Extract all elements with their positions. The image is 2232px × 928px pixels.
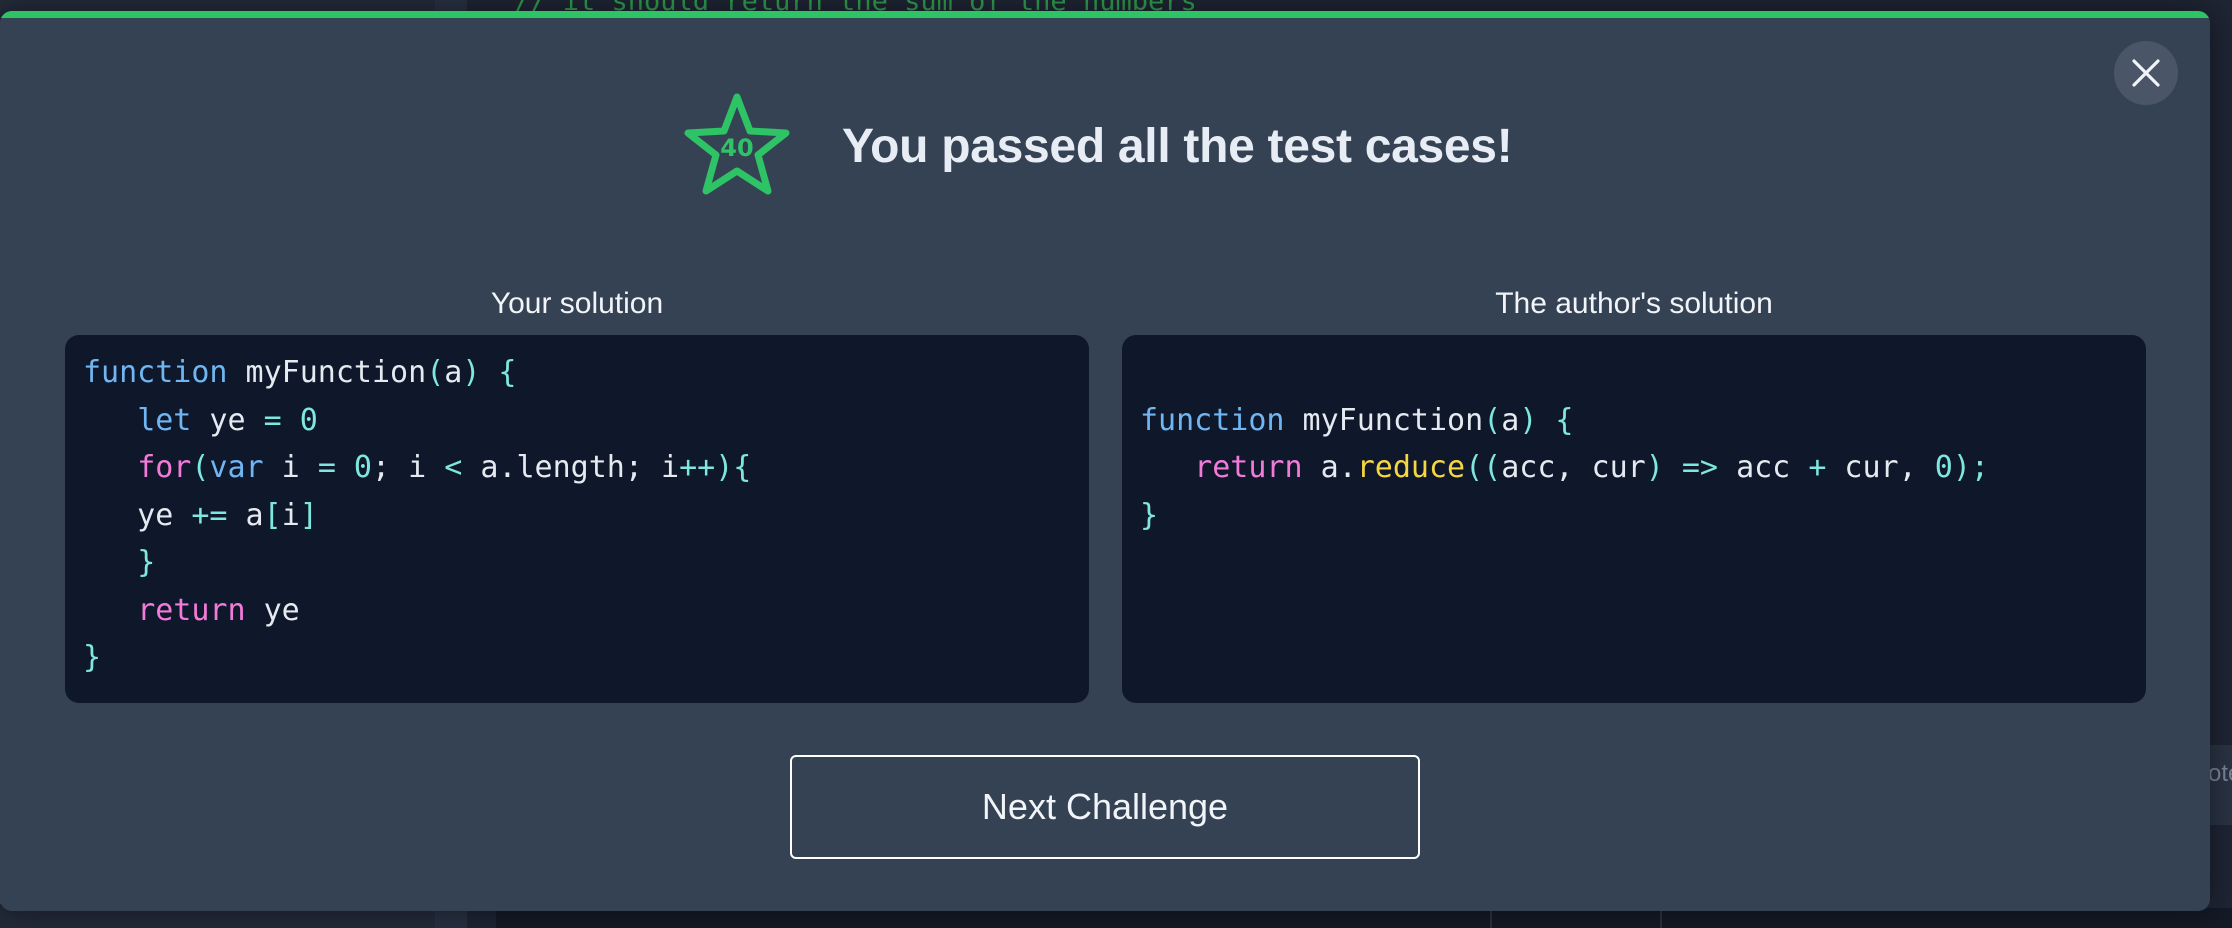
code-line: function myFunction(a) {: [1140, 397, 2128, 445]
code-token: acc: [1736, 450, 1809, 485]
code-token: }: [83, 640, 102, 675]
success-modal: 40 You passed all the test cases! Your s…: [0, 11, 2210, 911]
code-token: for: [137, 450, 192, 485]
code-token: var: [209, 450, 264, 485]
code-token: ((: [1465, 450, 1502, 485]
star-points: 40: [720, 134, 754, 162]
code-token: {: [1537, 402, 1574, 438]
code-token: ): [462, 355, 481, 390]
code-token: a.length; i: [462, 450, 680, 485]
code-token: a.: [1302, 450, 1357, 485]
code-token: =: [317, 450, 336, 485]
code-token: ){: [715, 450, 752, 485]
your-solution-panel: Your solution function myFunction(a) { l…: [65, 273, 1089, 703]
close-icon: [2132, 59, 2160, 87]
code-token: ): [1645, 450, 1664, 485]
code-token: acc, cur: [1501, 450, 1646, 485]
code-token: ): [1519, 402, 1538, 438]
panel-heading: Your solution: [490, 287, 664, 320]
code-token: return: [1194, 450, 1303, 485]
code-token: );: [1952, 450, 1989, 485]
code-token: +: [1808, 450, 1827, 485]
code-token: {: [480, 355, 517, 390]
code-token: let: [137, 402, 192, 438]
code-token: (: [426, 355, 445, 390]
code-token: =: [263, 402, 282, 438]
code-line: }: [1140, 492, 2128, 540]
code-token: <: [444, 450, 463, 485]
code-token: myFunction: [227, 355, 427, 390]
code-token: function: [83, 355, 228, 390]
code-token: }: [1140, 497, 1159, 533]
code-line: return a.reduce((acc, cur) => acc + cur,…: [1140, 444, 2128, 492]
code-token: ye: [245, 592, 300, 628]
code-token: a: [1501, 402, 1520, 438]
code-block: function myFunction(a) { let ye = 0 for(…: [65, 335, 1089, 703]
code-line: return ye: [83, 587, 1071, 635]
code-token: ye: [191, 402, 264, 438]
code-token: [: [263, 497, 282, 533]
code-token: a: [444, 355, 463, 390]
close-button[interactable]: [2114, 41, 2178, 105]
next-challenge-button[interactable]: Next Challenge: [790, 755, 1420, 859]
code-token: reduce: [1356, 450, 1466, 485]
code-token: ++: [679, 450, 716, 485]
panel-heading: The author's solution: [1495, 287, 1773, 320]
code-line: for(var i = 0; i < a.length; i++){: [83, 444, 1071, 492]
code-line: }: [83, 634, 1071, 682]
code-token: 0: [281, 402, 318, 438]
code-line: function myFunction(a) {: [83, 349, 1071, 397]
code-token: ]: [299, 497, 318, 533]
modal-header: 40 You passed all the test cases!: [680, 89, 1513, 203]
code-token: i: [281, 497, 300, 533]
code-block: function myFunction(a) { return a.reduce…: [1122, 335, 2146, 703]
code-token: (: [1483, 402, 1502, 438]
modal-accent-bar: [0, 11, 2210, 18]
code-token: 0: [335, 450, 372, 485]
code-token: i: [263, 450, 318, 485]
code-token: =>: [1663, 450, 1737, 485]
code-token: return: [137, 592, 246, 628]
modal-title: You passed all the test cases!: [842, 119, 1513, 173]
author-solution-panel: The author's solution function myFunctio…: [1122, 273, 2146, 703]
code-token: myFunction: [1284, 402, 1484, 438]
bottom-bar-divider: [1490, 908, 1492, 928]
code-token: ; i: [372, 450, 445, 485]
code-token: 0: [1934, 450, 1953, 485]
code-token: ye: [83, 497, 192, 533]
code-token: a: [227, 497, 264, 533]
bottom-bar-divider: [1660, 908, 1662, 928]
code-token: }: [137, 545, 156, 580]
code-line: let ye = 0: [83, 397, 1071, 445]
code-token: +=: [191, 497, 228, 533]
code-token: (: [191, 450, 210, 485]
background-right-panel-text: ote: [2208, 760, 2232, 787]
background-bottom-bar: [496, 908, 2232, 928]
code-token: cur,: [1826, 450, 1935, 485]
star-badge: 40: [680, 89, 794, 203]
code-token: function: [1140, 402, 1285, 438]
code-line: ye += a[i]: [83, 492, 1071, 540]
code-line: }: [83, 539, 1071, 587]
